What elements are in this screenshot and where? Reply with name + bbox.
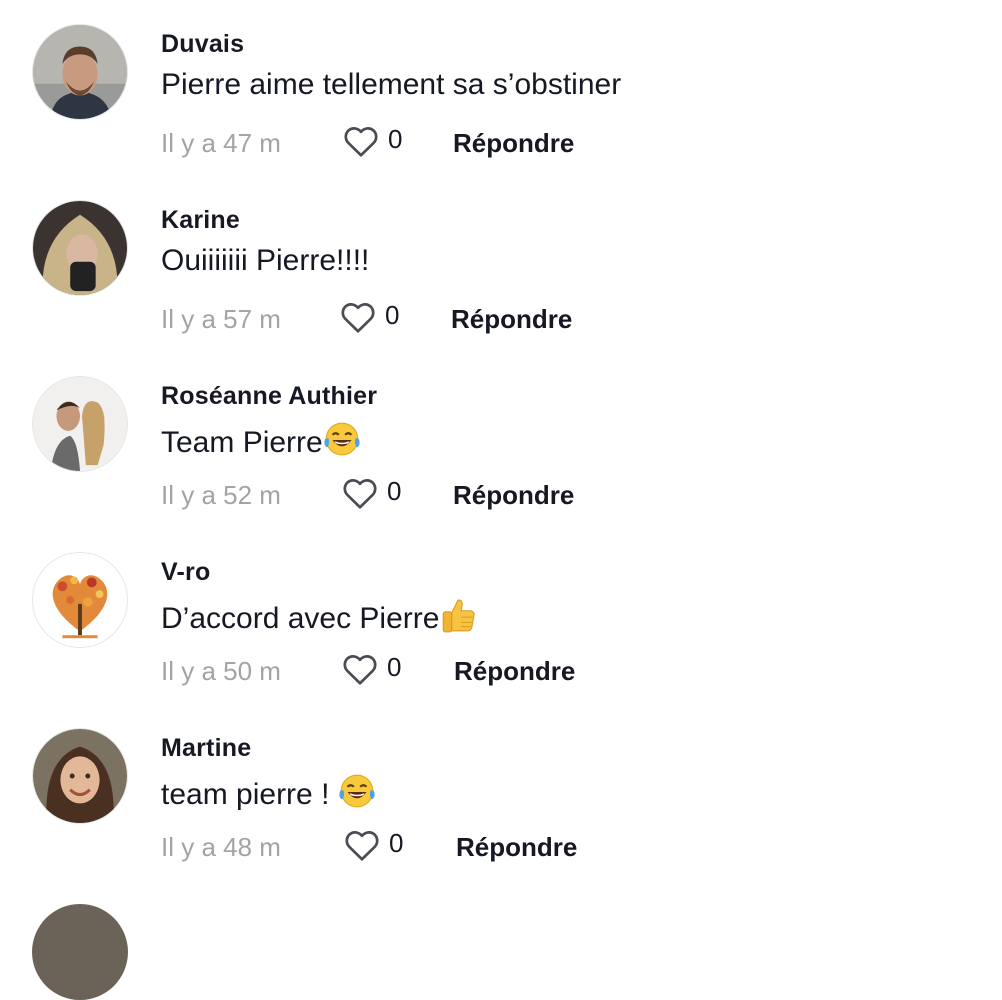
comment-meta: Il y a 48 m 0 Répondre: [161, 826, 861, 866]
comment-item: Roséanne Authier Team Pierre Il y a 52 m…: [0, 376, 1002, 552]
comment-text: Ouiiiiiii Pierre!!!!: [161, 244, 369, 278]
avatar[interactable]: [32, 200, 128, 296]
comment-text: D’accord avec Pierre: [161, 596, 477, 636]
username[interactable]: Martine: [161, 734, 251, 763]
comment-meta: Il y a 50 m 0 Répondre: [161, 650, 861, 690]
comment-text-content: Pierre aime tellement sa s’obstiner: [161, 68, 622, 101]
like-count: 0: [388, 124, 403, 154]
avatar[interactable]: [32, 24, 128, 120]
comment-item: Duvais Pierre aime tellement sa s’obstin…: [0, 24, 1002, 200]
comment-text-content: Ouiiiiiii Pierre!!!!: [161, 244, 370, 277]
comment-item: V-ro D’accord avec Pierre Il y a 50 m 0 …: [0, 552, 1002, 728]
username[interactable]: Roséanne Authier: [161, 382, 377, 411]
comment-meta: Il y a 57 m 0 Répondre: [161, 298, 861, 338]
comment-text-content: Team Pierre: [161, 426, 323, 459]
timestamp: Il y a 52 m: [161, 480, 281, 510]
comment-text-content: team pierre !: [161, 778, 338, 811]
heart-outline-icon: [345, 831, 379, 861]
comment-meta: Il y a 47 m 0 Répondre: [161, 122, 861, 162]
timestamp: Il y a 48 m: [161, 832, 281, 862]
comment-meta: Il y a 52 m 0 Répondre: [161, 474, 861, 514]
avatar[interactable]: [32, 376, 128, 472]
avatar[interactable]: [32, 728, 128, 824]
thumbs-up-emoji: [443, 599, 475, 633]
reply-button[interactable]: Répondre: [456, 832, 577, 863]
reply-button[interactable]: Répondre: [454, 656, 575, 687]
like-count: 0: [387, 476, 402, 506]
reply-button[interactable]: Répondre: [451, 304, 572, 335]
timestamp: Il y a 57 m: [161, 304, 281, 334]
username[interactable]: Duvais: [161, 30, 244, 59]
like-count: 0: [389, 828, 404, 858]
reply-button[interactable]: Répondre: [453, 128, 574, 159]
reply-button[interactable]: Répondre: [453, 480, 574, 511]
comment-text: team pierre !: [161, 772, 376, 812]
username[interactable]: V-ro: [161, 558, 210, 587]
comment-item: Martine team pierre ! Il y a 48 m 0 Répo…: [0, 728, 1002, 904]
like-count: 0: [385, 300, 400, 330]
heart-outline-icon: [344, 127, 378, 157]
comment-text-content: D’accord avec Pierre: [161, 602, 440, 635]
comment-text: Pierre aime tellement sa s’obstiner: [161, 68, 621, 102]
heart-outline-icon: [343, 655, 377, 685]
username[interactable]: Karine: [161, 206, 240, 235]
timestamp: Il y a 50 m: [161, 656, 281, 686]
like-count: 0: [387, 652, 402, 682]
comment-text: Team Pierre: [161, 420, 361, 460]
avatar[interactable]: [32, 552, 128, 648]
timestamp: Il y a 47 m: [161, 128, 281, 158]
laughing-tears-emoji: [324, 422, 360, 456]
laughing-tears-emoji: [339, 774, 375, 808]
avatar[interactable]: [32, 904, 128, 1000]
comment-item: Karine Ouiiiiiii Pierre!!!! Il y a 57 m …: [0, 200, 1002, 376]
heart-outline-icon: [341, 303, 375, 333]
heart-outline-icon: [343, 479, 377, 509]
